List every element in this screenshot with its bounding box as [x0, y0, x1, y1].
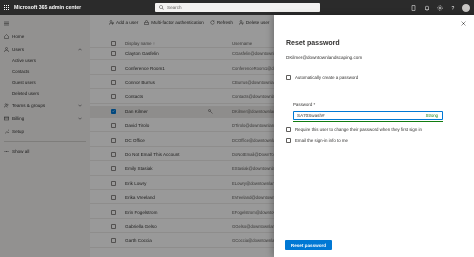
password-strength-bar [293, 120, 443, 122]
app-launcher-button[interactable] [0, 0, 13, 15]
svg-text:?: ? [451, 6, 454, 11]
waffle-icon [3, 4, 10, 11]
panel-user-email: DKilmer@downtownlandscaping.com [286, 55, 363, 60]
close-icon[interactable] [460, 20, 466, 26]
email-info-label: Email the sign-in info to me [295, 138, 348, 143]
top-bar: Microsoft 365 admin center Search ? [0, 0, 474, 15]
email-info-checkbox[interactable] [286, 138, 291, 143]
avatar[interactable] [462, 3, 470, 12]
auto-create-label: Automatically create a password [295, 75, 359, 80]
top-icons: ? [410, 0, 470, 15]
password-value: SA70Swash# [297, 113, 325, 118]
require-change-checkbox[interactable] [286, 127, 291, 132]
search-placeholder: Search [167, 5, 182, 10]
search-icon [159, 5, 164, 10]
bell-icon[interactable] [423, 4, 430, 11]
search-input[interactable]: Search [155, 3, 320, 12]
password-strength: Strong [425, 113, 438, 118]
password-label: Password * [293, 102, 316, 107]
reset-password-panel: Reset password DKilmer@downtownlandscapi… [274, 15, 474, 257]
password-field[interactable]: SA70Swash# Strong [293, 111, 443, 120]
mobile-icon[interactable] [410, 4, 417, 11]
gear-icon[interactable] [436, 4, 443, 11]
app-title: Microsoft 365 admin center [14, 4, 82, 11]
email-info-option[interactable]: Email the sign-in info to me [286, 138, 348, 143]
require-change-option[interactable]: Require this user to change their passwo… [286, 127, 422, 132]
panel-title: Reset password [286, 40, 340, 47]
require-change-label: Require this user to change their passwo… [295, 127, 422, 132]
reset-password-button[interactable]: Reset password [285, 240, 332, 250]
auto-create-password-option[interactable]: Automatically create a password [286, 75, 358, 80]
auto-create-checkbox[interactable] [286, 75, 291, 80]
help-icon[interactable]: ? [449, 4, 456, 11]
